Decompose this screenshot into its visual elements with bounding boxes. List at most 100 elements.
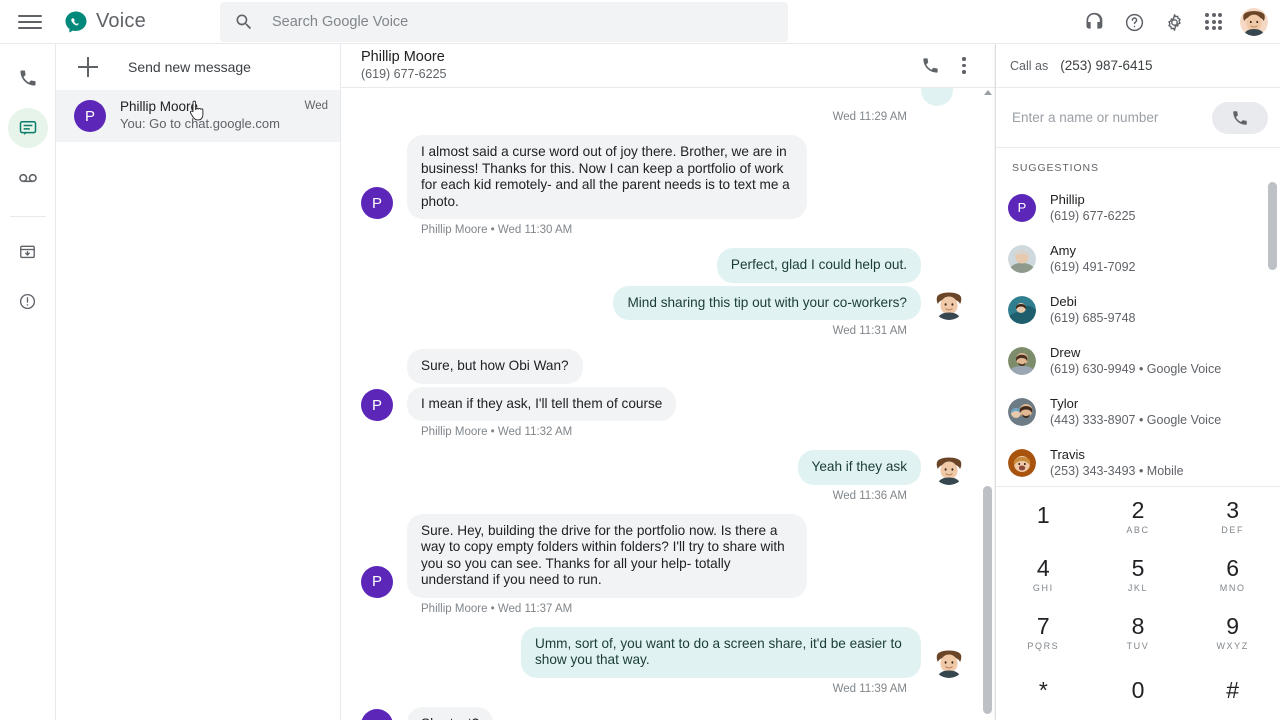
suggestion-name: Amy (1050, 242, 1076, 258)
search-bar[interactable] (220, 2, 788, 42)
thread-contact-number: (619) 677-6225 (361, 67, 447, 81)
avatar (933, 288, 965, 320)
sidebar-item-voicemail[interactable] (8, 158, 48, 198)
dialpad-letters: MNO (1219, 582, 1246, 593)
suggestion-number: (253) 343-3493 • Mobile (1050, 463, 1184, 478)
scroll-up-arrow-icon[interactable] (984, 90, 992, 95)
call-as-row[interactable]: Call as (253) 987-6415 (996, 44, 1280, 88)
message-bubble: Umm, sort of, you want to do a screen sh… (521, 626, 921, 678)
sidebar-item-messages[interactable] (7, 108, 48, 148)
dialpad-key-2[interactable]: 2 ABC (1091, 487, 1186, 545)
message-timestamp: Wed 11:29 AM (832, 111, 907, 123)
dialpad-key-hash[interactable]: # (1185, 662, 1280, 720)
dialpad-digit: 3 (1226, 496, 1240, 523)
message-row: P I almost said a curse word out of joy … (361, 135, 965, 219)
dialpad-digit: # (1226, 677, 1240, 704)
message-meta: Phillip Moore • Wed 11:32 AM (421, 426, 573, 438)
thread-more-options-button[interactable] (947, 49, 981, 83)
message-bubble: I mean if they ask, I'll tell them of co… (407, 386, 677, 421)
dialpad-letters: ABC (1126, 524, 1150, 535)
avatar (933, 452, 965, 485)
suggestion-item[interactable]: Amy (619) 491-7092 (996, 233, 1280, 284)
app-title: Voice (96, 10, 146, 32)
thread-scrollbar[interactable] (981, 88, 995, 720)
message-row: Umm, sort of, you want to do a screen sh… (361, 626, 965, 678)
apps-grid-icon[interactable] (1194, 2, 1234, 42)
suggestion-number: (619) 677-6225 (1050, 208, 1136, 223)
avatar-spacer (361, 352, 393, 384)
conversation-list-item[interactable]: P Phillip Moore You: Go to chat.google.c… (56, 90, 340, 142)
dialpad-key-1[interactable]: 1 (996, 487, 1091, 545)
topbar-actions (1074, 0, 1268, 44)
place-call-button[interactable] (1212, 101, 1268, 134)
thread-header: Phillip Moore (619) 677-6225 (341, 44, 995, 88)
dialpad-key-6[interactable]: 6 MNO (1185, 545, 1280, 603)
dialpad: 1 2 ABC 3 DEF 4 GHI 5 JKL 6 MNO 7 PQRS 8… (996, 486, 1280, 720)
google-voice-logo-icon (64, 10, 88, 34)
dialpad-digit: 5 (1131, 554, 1145, 581)
suggestion-item[interactable]: Travis (253) 343-3493 • Mobile (996, 437, 1280, 482)
navigation-rail (0, 44, 56, 720)
dialpad-key-4[interactable]: 4 GHI (996, 545, 1091, 603)
call-as-number: (253) 987-6415 (1060, 58, 1153, 73)
suggestion-name: Debi (1050, 293, 1077, 309)
send-new-message-label: Send new message (128, 59, 251, 75)
dialpad-letters: GHI (1032, 582, 1054, 593)
sidebar-item-spam[interactable] (8, 281, 48, 321)
message-bubble: Yeah if they ask (797, 450, 921, 485)
dialpad-key-7[interactable]: 7 PQRS (996, 604, 1091, 662)
dialpad-key-8[interactable]: 8 TUV (1091, 604, 1186, 662)
suggestion-item[interactable]: Drew (619) 630-9949 • Google Voice (996, 335, 1280, 386)
dialpad-digit: 7 (1036, 613, 1050, 640)
suggestion-number: (619) 685-9748 (1050, 310, 1136, 325)
thread-contact-name: Phillip Moore (361, 49, 445, 65)
sidebar-item-archived[interactable] (8, 231, 48, 271)
plus-icon (78, 57, 98, 77)
message-meta: Wed 11:36 AM (832, 489, 907, 502)
dialpad-key-0[interactable]: 0 (1091, 662, 1186, 720)
send-new-message-button[interactable]: Send new message (56, 44, 340, 90)
hamburger-menu-icon[interactable] (18, 10, 42, 34)
dialpad-letters: DEF (1221, 524, 1245, 535)
suggestions-scrollbar[interactable] (1266, 182, 1280, 482)
google-voice-app: Voice Search Google Voice Send new messa… (0, 0, 1280, 720)
suggestion-item[interactable]: P Phillip (619) 677-6225 (996, 182, 1280, 233)
help-icon[interactable] (1114, 2, 1154, 42)
search-input[interactable] (270, 2, 774, 42)
message-row: P Shortcut? (361, 706, 965, 720)
suggestion-item[interactable]: Debi (619) 685-9748 (996, 284, 1280, 335)
headset-icon[interactable] (1074, 2, 1114, 42)
dialpad-digit: 1 (1036, 501, 1050, 528)
search-icon (234, 12, 254, 32)
dialpad-key-star[interactable]: * (996, 662, 1091, 720)
message-meta: Wed 11:39 AM (832, 682, 907, 695)
thread-call-button[interactable] (913, 49, 947, 83)
suggestion-name: Tylor (1050, 395, 1079, 411)
settings-gear-icon[interactable] (1154, 2, 1194, 42)
dialpad-letters: WXYZ (1216, 641, 1249, 652)
dialpad-key-5[interactable]: 5 JKL (1091, 545, 1186, 603)
suggestion-item[interactable]: Tylor (443) 333-8907 • Google Voice (996, 386, 1280, 437)
message-scroll-area[interactable]: Wed 11:29 AM P I almost said a curse wor… (341, 88, 995, 720)
dialpad-letters: JKL (1127, 582, 1149, 593)
call-as-label: Call as (1010, 58, 1049, 73)
number-entry-row (996, 88, 1280, 148)
suggestions-list[interactable]: P Phillip (619) 677-6225 Amy (619) 491-7… (996, 182, 1280, 482)
dialpad-key-3[interactable]: 3 DEF (1185, 487, 1280, 545)
dialpad-digit: 8 (1131, 613, 1145, 640)
phone-number-input[interactable] (1010, 109, 1212, 126)
account-avatar[interactable] (1240, 8, 1268, 36)
conversation-name: Phillip Moore (120, 99, 199, 114)
dialpad-key-9[interactable]: 9 WXYZ (1185, 604, 1280, 662)
avatar (1008, 397, 1036, 426)
suggestion-name: Drew (1050, 344, 1081, 360)
more-vertical-icon (962, 57, 966, 74)
thread-scrollbar-thumb[interactable] (983, 486, 992, 714)
suggestions-scrollbar-thumb[interactable] (1268, 182, 1277, 270)
dialpad-digit: 9 (1226, 613, 1240, 640)
dialpad-letters: TUV (1126, 641, 1150, 652)
sidebar-item-calls[interactable] (8, 58, 48, 98)
message-row: P Sure. Hey, building the drive for the … (361, 513, 965, 598)
dialpad-digit: 0 (1131, 677, 1145, 704)
avatar: P (1008, 193, 1036, 222)
